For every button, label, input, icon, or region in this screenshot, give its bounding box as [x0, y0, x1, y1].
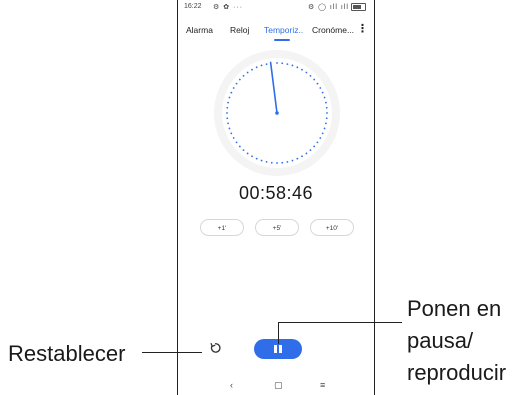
dial-dot: [260, 64, 263, 67]
dial-dot: [325, 122, 327, 125]
dial-dot: [230, 132, 233, 135]
dial-dot: [305, 152, 308, 155]
battery-icon: [351, 3, 366, 12]
tab-bar: Alarma Reloj Temporiz.. Cronóme... ⋮: [178, 24, 374, 45]
dial-dot: [246, 152, 249, 155]
callout-pause-line-vertical: [278, 322, 279, 344]
dial-dot: [238, 145, 241, 148]
dial-dot: [226, 117, 229, 120]
dial-dot: [296, 157, 299, 160]
signal-icons: ⚙ ◯ ıll ıll: [307, 4, 349, 11]
tab-cronometro[interactable]: Cronóme...: [312, 25, 354, 35]
dial-dot: [276, 62, 278, 64]
dial-dot: [313, 78, 316, 81]
dial-dot: [276, 162, 278, 164]
status-notification-icons: ⚙ ✿ ···: [213, 4, 244, 11]
dial-dot: [321, 91, 324, 94]
dial-dot: [326, 112, 328, 114]
dial-dot: [230, 91, 233, 94]
dial-dot: [281, 62, 284, 65]
pause-icon: [274, 345, 277, 353]
dial-dot: [242, 149, 245, 152]
dial-dot: [305, 71, 308, 74]
dial-dot: [325, 117, 328, 120]
add-ten-minutes-button[interactable]: +10': [310, 219, 354, 236]
active-tab-indicator: [274, 39, 290, 41]
dial-dot: [291, 64, 294, 67]
dial-dot: [325, 101, 327, 104]
dial-dot: [301, 68, 303, 71]
home-nav-icon[interactable]: ▢: [274, 380, 283, 391]
dial-dot: [296, 66, 299, 69]
back-nav-icon[interactable]: ‹: [230, 380, 233, 390]
dial-dot: [321, 132, 324, 135]
add-one-minute-button[interactable]: +1': [200, 219, 244, 236]
dial-dot: [260, 159, 263, 162]
dial-dot: [291, 159, 294, 162]
dial-dot: [246, 71, 249, 74]
more-options-icon[interactable]: ⋮: [357, 24, 368, 35]
dial-dot: [265, 63, 268, 65]
reset-icon[interactable]: [208, 341, 222, 355]
dial-dot: [325, 106, 328, 109]
dial-dot: [265, 161, 268, 163]
dial-dot: [316, 141, 319, 144]
dial-dot: [242, 74, 245, 77]
dial-dot: [227, 122, 229, 125]
timer-dial: [214, 50, 340, 176]
callout-pause-line-horizontal: [278, 322, 402, 323]
tab-reloj[interactable]: Reloj: [230, 25, 249, 35]
dial-dot: [270, 161, 273, 164]
status-time: 16:22: [184, 3, 202, 10]
dial-dot: [319, 137, 322, 139]
dial-dot: [238, 78, 241, 81]
callout-pause-line-3: reproducir: [407, 360, 507, 385]
callout-pause-line-2: pausa/: [407, 328, 474, 353]
dial-dot: [251, 155, 253, 158]
dial-dot: [235, 82, 238, 85]
phone-screen: 16:22 ⚙ ✿ ··· ⚙ ◯ ıll ıll Alarma Reloj T…: [177, 0, 375, 395]
dial-dot: [281, 161, 284, 164]
dial-dot: [232, 87, 235, 89]
dial-dot: [226, 106, 229, 109]
dial-dot: [309, 74, 312, 77]
dial-dot: [228, 127, 231, 130]
dial-dot: [323, 96, 326, 99]
status-bar: 16:22 ⚙ ✿ ··· ⚙ ◯ ıll ıll: [184, 3, 368, 15]
dial-dot: [313, 145, 316, 148]
callout-pause-line-1: Ponen en: [407, 296, 502, 321]
dial-dot: [228, 96, 231, 99]
dial-center: [275, 111, 279, 115]
dial-dot: [286, 63, 289, 65]
timer-display: 00:58:46: [238, 183, 314, 203]
recents-nav-icon[interactable]: ≡: [320, 380, 325, 390]
callout-reset-label: Restablecer: [8, 341, 126, 366]
dial-dot: [251, 68, 253, 71]
dial-dot: [227, 101, 229, 104]
tab-temporizador[interactable]: Temporiz..: [264, 25, 303, 35]
dial-dot: [235, 141, 238, 144]
tab-alarma[interactable]: Alarma: [186, 25, 213, 35]
dial-dot: [255, 66, 258, 69]
dial-dot: [316, 82, 319, 85]
dial-dot: [255, 157, 258, 160]
dial-dot: [301, 155, 303, 158]
dial-dot: [226, 112, 228, 114]
dial-dot: [319, 87, 322, 89]
dial-dot: [309, 149, 312, 152]
dial-dot: [232, 137, 235, 139]
dial-dot: [286, 161, 289, 163]
add-five-minutes-button[interactable]: +5': [255, 219, 299, 236]
status-right-icons: ⚙ ◯ ıll ıll: [307, 3, 366, 12]
callout-reset-line: [142, 352, 202, 353]
dial-dot: [323, 127, 326, 130]
